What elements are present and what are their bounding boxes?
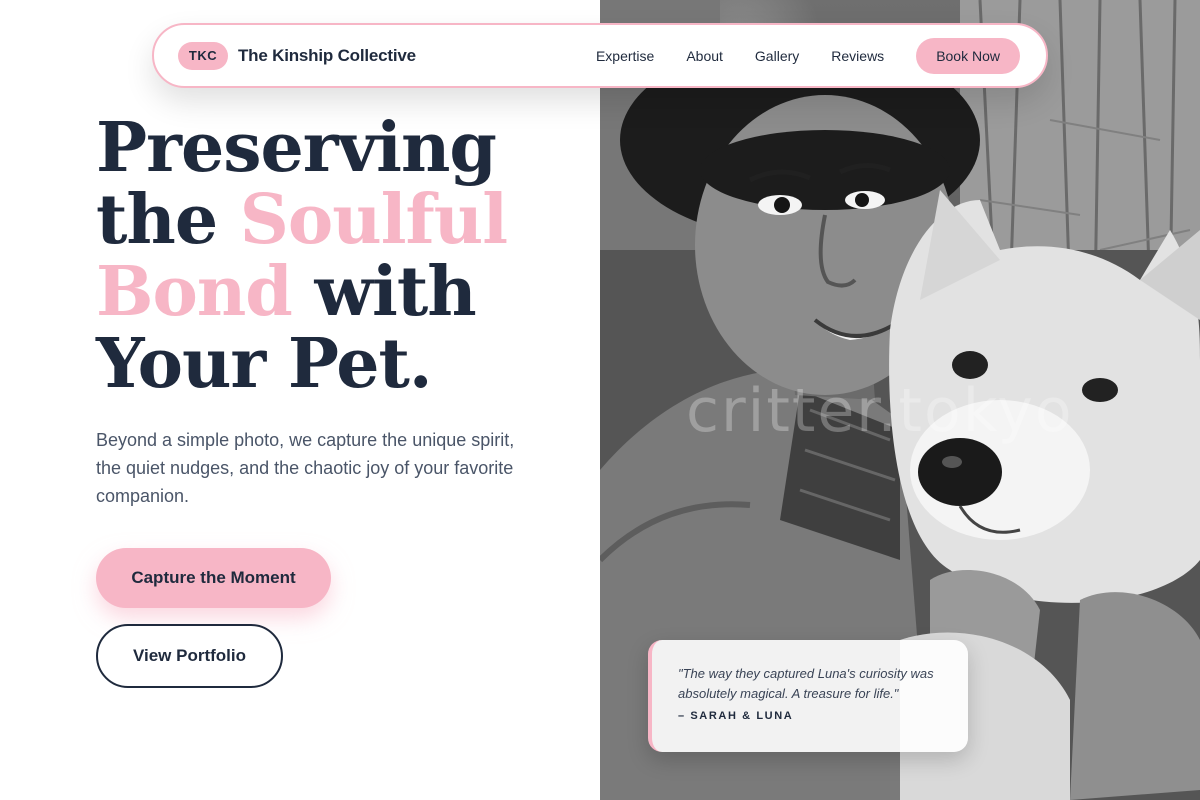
nav-link-expertise[interactable]: Expertise — [596, 48, 654, 64]
headline-accent-bond: Bond — [96, 252, 293, 332]
nav-link-about[interactable]: About — [686, 48, 723, 64]
headline-line-4: Your Pet. — [96, 324, 433, 404]
testimonial-author: – SARAH & LUNA — [678, 710, 794, 722]
headline-line-2-plain: the — [96, 180, 240, 260]
headline-accent-soulful: Soulful — [239, 180, 508, 260]
hero-subtitle: Beyond a simple photo, we capture the un… — [96, 430, 515, 506]
testimonial-quote: "The way they captured Luna's curiosity … — [678, 666, 934, 701]
capture-the-moment-button[interactable]: Capture the Moment — [96, 548, 331, 608]
photo-watermark: critter.tokyo — [686, 376, 1074, 446]
headline-line-3-plain: with — [291, 252, 477, 332]
book-now-button[interactable]: Book Now — [916, 37, 1020, 74]
headline-line-1: Preserving — [96, 108, 497, 188]
testimonial-card: "The way they captured Luna's curiosity … — [648, 640, 968, 752]
view-portfolio-button[interactable]: View Portfolio — [96, 624, 283, 688]
brand-name: The Kinship Collective — [238, 45, 416, 65]
hero-headline: Preserving the Soulful Bond with Your Pe… — [96, 112, 596, 400]
nav-links: Expertise About Gallery Reviews Book Now — [596, 37, 1020, 74]
brand-logo[interactable]: TKC The Kinship Collective — [178, 41, 416, 70]
nav-link-reviews[interactable]: Reviews — [831, 48, 884, 64]
top-navigation: TKC The Kinship Collective Expertise Abo… — [152, 23, 1048, 88]
nav-link-gallery[interactable]: Gallery — [755, 48, 799, 64]
brand-badge: TKC — [178, 41, 228, 70]
